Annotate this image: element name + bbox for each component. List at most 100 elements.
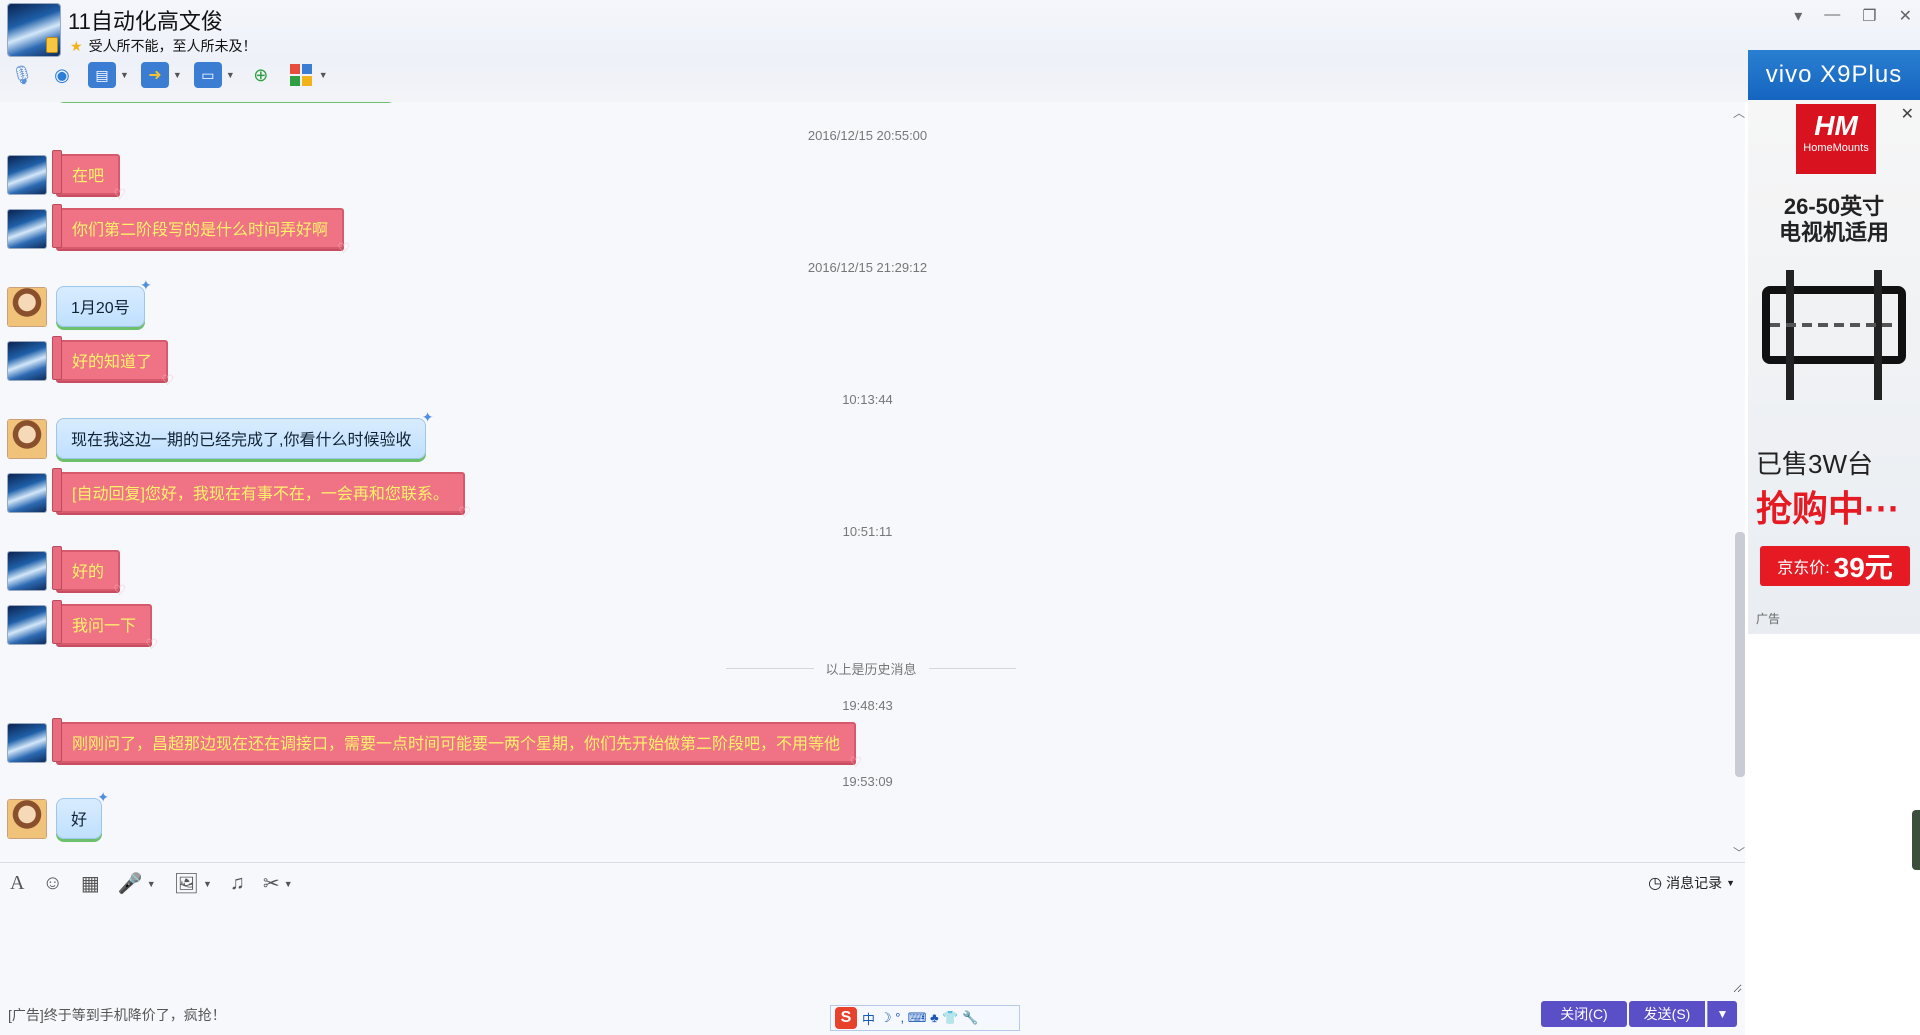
message-row: 好 (8, 789, 109, 839)
gif-icon[interactable]: ▦ (81, 871, 100, 896)
ad-buy-text: 抢购中··· (1756, 488, 1900, 529)
message-row: [自动回复]您好，我现在有事不在，一会再和您联系。 (8, 468, 471, 521)
message-row: 1月20号 (8, 277, 151, 327)
message-input[interactable] (8, 909, 1742, 993)
ime-toolbar[interactable]: S 中 ☽ °, ⌨ ♣ 👕 🔧 (830, 1005, 1020, 1031)
tv-mount-image (1762, 270, 1906, 400)
contact-avatar[interactable] (8, 287, 46, 326)
message-bubble[interactable]: 现在我这边一期的已经完成了,你看什么时候验收 (56, 409, 434, 459)
my-avatar[interactable] (8, 723, 46, 762)
message-bubble[interactable]: 你们第二阶段写的是什么时间弄好啊 (51, 204, 350, 257)
ime-mode-label[interactable]: 中 (862, 1009, 875, 1028)
create-group-button[interactable]: ⊕ (247, 62, 275, 88)
message-row: 好的 (8, 546, 126, 599)
message-bubble[interactable]: 好的知道了 (51, 336, 174, 389)
chevron-down-icon[interactable]: ▼ (203, 879, 212, 889)
history-divider: 以上是历史消息 (726, 659, 1017, 678)
message-bubble[interactable]: 好 (56, 789, 109, 839)
chat-scrollbar[interactable]: ︿ ﹀ (1733, 102, 1745, 862)
signature-text: 受人所不能，至人所未及！ (88, 38, 257, 54)
chevron-down-icon[interactable]: ▼ (284, 879, 293, 889)
message-row: 现在我这边一期的已经完成了,你看什么时候验收 (8, 409, 434, 459)
chevron-down-icon[interactable]: ▼ (226, 70, 235, 80)
video-call-button[interactable]: ◉ (48, 62, 76, 88)
message-row: 你们第二阶段写的是什么时间弄好啊 (8, 204, 350, 257)
ad-body[interactable]: ✕ HM HomeMounts 26-50英寸 电视机适用 已售3W台 抢购中·… (1748, 100, 1920, 634)
timestamp: 19:48:43 (842, 698, 893, 713)
message-history-label: 消息记录 (1666, 875, 1723, 891)
scroll-up-icon[interactable]: ︿ (1733, 104, 1745, 121)
sogou-ime-icon[interactable]: S (835, 1007, 857, 1029)
maximize-icon[interactable]: ❐ (1862, 6, 1876, 26)
file-transfer-button[interactable]: ➜ ▼ (140, 62, 182, 88)
ad-size-text: 26-50英寸 电视机适用 (1748, 194, 1920, 246)
minimize-icon[interactable]: — (1824, 6, 1840, 26)
scroll-down-icon[interactable]: ﹀ (1733, 844, 1745, 861)
font-icon[interactable]: A (10, 872, 24, 895)
ad-sold-text: 已售3W台 (1756, 449, 1874, 479)
message-history-button[interactable]: ◷ 消息记录 ▼ (1648, 873, 1735, 893)
side-panel-toggle[interactable] (1912, 810, 1920, 870)
message-row: 刚刚问了，昌超那边现在还在调接口，需要一点时间可能要一两个星期，你们先开始做第二… (8, 718, 862, 771)
my-avatar[interactable] (8, 155, 46, 194)
message-bubble[interactable]: 我问一下 (51, 600, 158, 653)
contact-avatar[interactable] (8, 4, 60, 56)
my-avatar[interactable] (8, 209, 46, 248)
message-bubble[interactable]: [自动回复]您好，我现在有事不在，一会再和您联系。 (52, 468, 471, 521)
contact-avatar[interactable] (8, 419, 46, 458)
voice-message-icon[interactable]: 🎤 (118, 871, 143, 896)
message-bubble[interactable]: 好的 (51, 546, 126, 599)
file-transfer-icon: ➜ (140, 62, 169, 88)
ad-panel[interactable]: vivo X9Plus ✕ HM HomeMounts 26-50英寸 电视机适… (1748, 50, 1920, 634)
remote-desktop-icon: ▤ (88, 62, 116, 88)
close-icon[interactable]: ✕ (1899, 6, 1912, 26)
ad-text-link[interactable]: [广告]终于等到手机降价了，疯抢！ (8, 1005, 226, 1025)
apps-button[interactable]: ▼ (287, 62, 328, 88)
message-bubble[interactable]: 刚刚问了，昌超那边现在还在调接口，需要一点时间可能要一两个星期，你们先开始做第二… (51, 718, 862, 771)
window-controls: ▾ — ❐ ✕ (1794, 6, 1912, 26)
emoji-icon[interactable]: ☺ (42, 872, 62, 895)
screen-share-button[interactable]: ▭ ▼ (193, 62, 235, 88)
ad-price-value: 39元 (1833, 552, 1893, 583)
create-group-icon: ⊕ (253, 64, 269, 85)
message-row: 在吧 (8, 150, 126, 203)
send-button[interactable]: 发送(S) (1629, 1001, 1705, 1027)
ad-size-line2: 电视机适用 (1778, 220, 1889, 245)
chat-toolbar: 🎙 ◉ ▤ ▼ ➜ ▼ ▭ ▼ ⊕ ▼ (8, 62, 328, 88)
message-bubble[interactable]: 在吧 (51, 150, 126, 203)
ad-top-banner[interactable]: vivo X9Plus (1748, 50, 1920, 100)
ad-close-icon[interactable]: ✕ (1901, 104, 1914, 124)
ime-tools[interactable]: ☽ °, ⌨ ♣ 👕 🔧 (880, 1010, 978, 1026)
chevron-down-icon[interactable]: ▼ (147, 879, 156, 889)
voice-call-button[interactable]: 🎙 (8, 62, 36, 88)
my-avatar[interactable] (8, 551, 46, 590)
ad-price-label: 京东价: (1777, 560, 1830, 577)
message-bubble[interactable]: 1月20号 (56, 277, 151, 327)
brand-subtitle: HomeMounts (1803, 142, 1869, 154)
screenshot-scissors-icon[interactable]: ✂ (263, 871, 280, 896)
microphone-icon: 🎙 (10, 64, 34, 85)
screen-share-icon: ▭ (193, 62, 222, 88)
chevron-down-icon[interactable]: ▼ (173, 70, 182, 80)
timestamp: 2016/12/15 21:29:12 (807, 260, 928, 275)
image-icon[interactable]: 🖼 (174, 871, 199, 896)
chat-history[interactable]: 2016/12/15 20:55:00 在吧 你们第二阶段写的是什么时间弄好啊 … (0, 102, 1745, 862)
menu-dropdown-icon[interactable]: ▾ (1794, 6, 1802, 26)
my-avatar[interactable] (8, 473, 46, 512)
music-icon[interactable]: ♫ (230, 872, 245, 895)
chevron-down-icon[interactable]: ▼ (319, 70, 328, 80)
ad-price-badge[interactable]: 京东价: 39元 (1760, 546, 1910, 586)
brand-name: HM (1814, 110, 1858, 141)
scroll-thumb[interactable] (1735, 532, 1745, 777)
contact-signature: ★ 受人所不能，至人所未及！ (70, 36, 257, 56)
send-options-chevron-icon[interactable]: ▼ (1707, 1001, 1737, 1027)
contact-avatar[interactable] (8, 799, 46, 838)
my-avatar[interactable] (8, 605, 46, 644)
contact-name[interactable]: 11自动化高文俊 (68, 4, 223, 36)
close-button[interactable]: 关闭(C) (1541, 1001, 1627, 1027)
remote-desktop-button[interactable]: ▤ ▼ (88, 62, 129, 88)
mobile-online-icon (46, 37, 58, 53)
my-avatar[interactable] (8, 341, 46, 380)
input-toolbar: A ☺ ▦ 🎤 ▼ 🖼 ▼ ♫ ✂ ▼ (10, 871, 293, 896)
chevron-down-icon[interactable]: ▼ (120, 70, 129, 80)
